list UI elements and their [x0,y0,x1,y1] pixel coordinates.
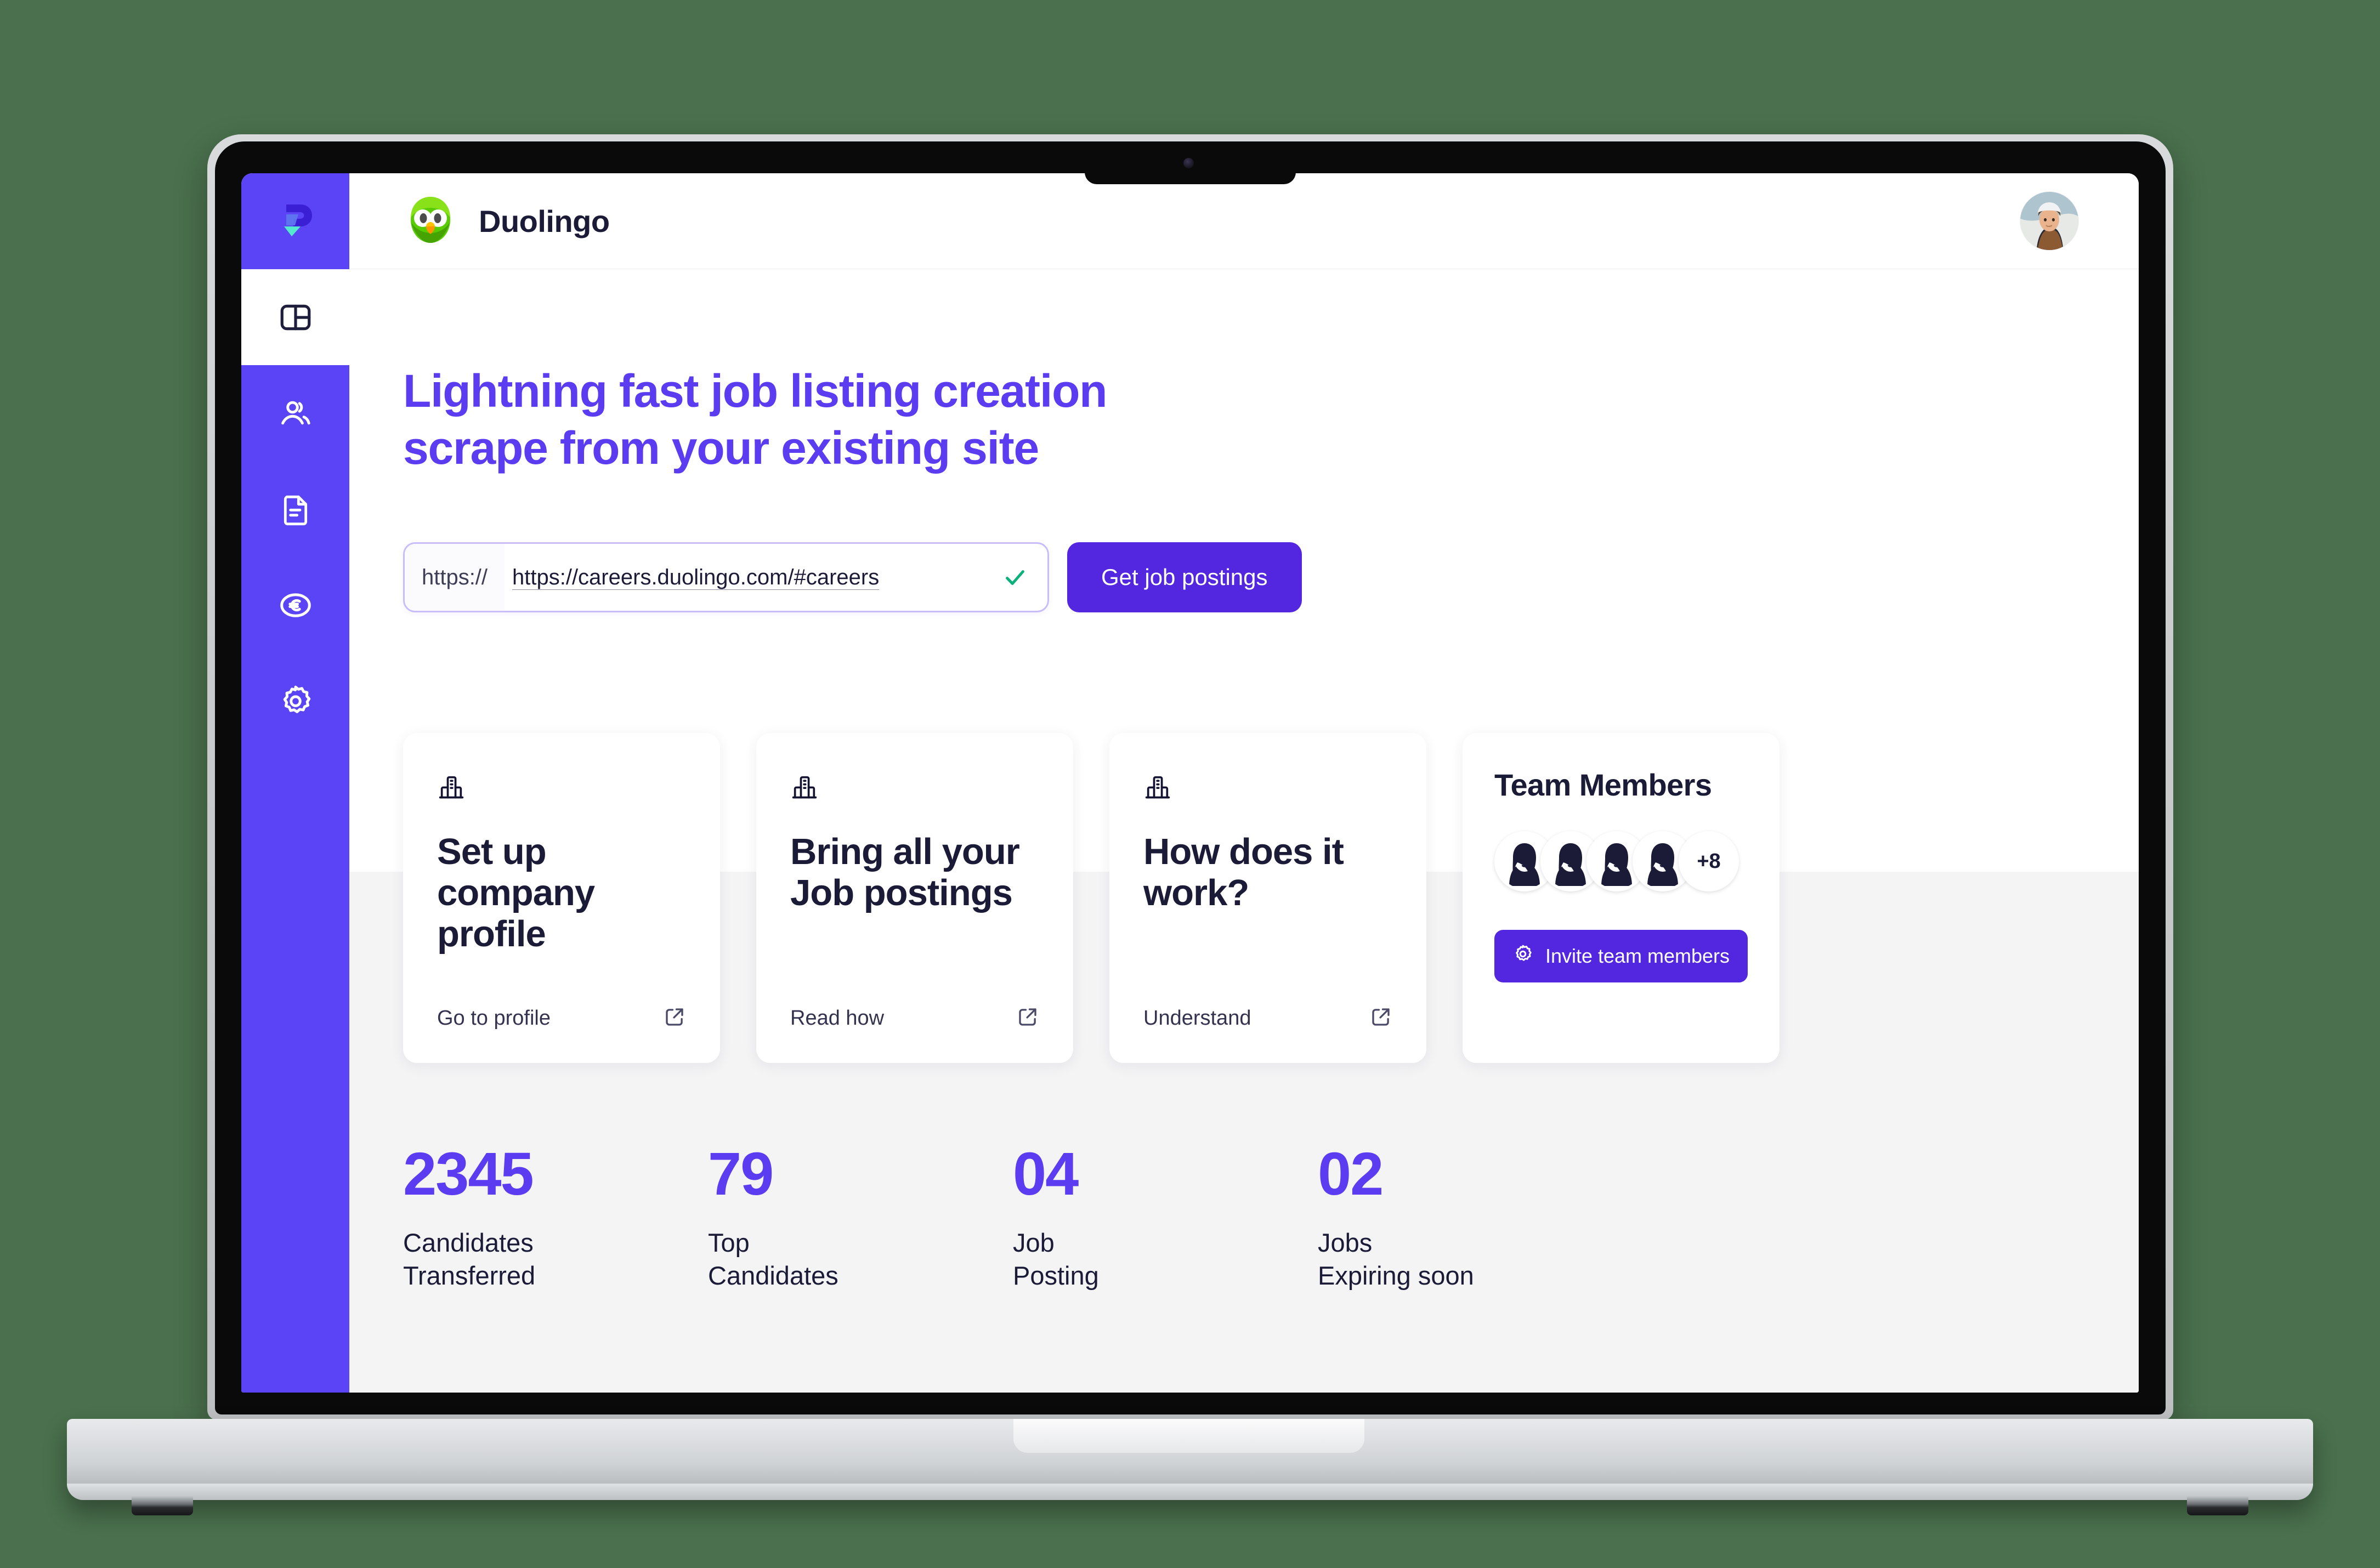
external-link-icon [1016,1005,1039,1031]
card-title: Bring all your Job postings [790,831,1020,914]
laptop-thumb-groove [1013,1419,1364,1453]
card-setup-company-profile[interactable]: Set up company profile Go to profile [403,733,720,1064]
laptop-mockup: Duolingo Lightning fast job listing crea… [0,0,2380,1568]
url-input-wrapper[interactable]: https:// https://careers.duolingo.com/#c… [403,542,1049,613]
gear-icon [1512,944,1533,969]
stat-label-line-1: Top [708,1228,750,1258]
card-bring-job-postings[interactable]: Bring all your Job postings Read how [756,733,1073,1064]
team-members-title: Team Members [1494,768,1712,803]
sidebar-item-documents[interactable] [241,461,349,557]
url-protocol-prefix: https:// [405,544,505,611]
page-title: Lightning fast job listing creation scra… [403,362,2078,476]
card-link[interactable]: Go to profile [437,1005,686,1031]
sidebar [241,173,349,1393]
stat-label-line-1: Candidates [403,1228,534,1258]
screen: Duolingo Lightning fast job listing crea… [241,173,2139,1393]
card-link-label: Understand [1143,1007,1251,1030]
stat-label: Candidates Transferred [403,1226,708,1292]
stat-label: Jobs Expiring soon [1318,1226,1623,1292]
stat-jobs-expiring-soon: 02 Jobs Expiring soon [1318,1144,1623,1292]
product-p-logo-icon[interactable] [241,173,349,269]
card-link-label: Go to profile [437,1007,551,1030]
laptop-foot-right [2187,1496,2248,1515]
duolingo-owl-icon [403,192,458,250]
stat-label: Top Candidates [708,1226,1013,1292]
building-icon [437,772,686,804]
building-icon [1143,772,1392,804]
stat-value: 02 [1318,1140,1384,1208]
headline-line-1: Lightning fast job listing creation [403,365,1108,417]
stat-value: 79 [708,1140,774,1208]
stat-label-line-2: Posting [1013,1261,1099,1291]
user-avatar-photo[interactable] [2020,192,2078,250]
card-link[interactable]: Understand [1143,1005,1392,1031]
building-icon [790,772,1039,804]
quickstart-cards: Set up company profile Go to profile Bri… [403,733,2078,1064]
stat-value: 2345 [403,1140,534,1208]
card-link[interactable]: Read how [790,1005,1039,1031]
stats-row: 2345 Candidates Transferred 79 Top Candi… [403,1144,2078,1292]
sidebar-item-dashboard[interactable] [241,269,349,365]
sidebar-item-candidates[interactable] [241,365,349,461]
external-link-icon [663,1005,686,1031]
content-area: Lightning fast job listing creation scra… [349,362,2139,1293]
stat-label: Job Posting [1013,1226,1318,1292]
stat-label-line-1: Job [1013,1228,1055,1258]
laptop-foot-left [132,1496,193,1515]
main-content: Duolingo Lightning fast job listing crea… [349,173,2139,1393]
stat-label-line-2: Transferred [403,1261,536,1291]
stat-top-candidates: 79 Top Candidates [708,1144,1013,1292]
invite-team-members-button[interactable]: Invite team members [1494,930,1748,983]
avatar-overflow-count: +8 [1679,831,1739,892]
check-icon [983,565,1047,590]
card-how-does-it-work[interactable]: How does it work? Understand [1109,733,1426,1064]
url-scrape-form: https:// https://careers.duolingo.com/#c… [403,542,2078,613]
sidebar-item-billing[interactable] [241,557,349,653]
card-title: How does it work? [1143,831,1344,914]
application-window: Duolingo Lightning fast job listing crea… [241,173,2139,1393]
get-job-postings-button[interactable]: Get job postings [1067,542,1302,613]
invite-button-label: Invite team members [1545,945,1730,968]
sidebar-item-settings[interactable] [241,653,349,749]
card-team-members: Team Members +8 Invite team members [1463,733,1780,1064]
card-title: Set up company profile [437,831,595,955]
stat-value: 04 [1013,1140,1079,1208]
brand-name: Duolingo [479,203,610,238]
stat-label-line-2: Expiring soon [1318,1261,1474,1291]
card-link-label: Read how [790,1007,885,1030]
stat-job-posting: 04 Job Posting [1013,1144,1318,1292]
camera-icon [1183,158,1194,168]
team-avatar-stack: +8 [1494,831,1748,892]
headline-line-2: scrape from your existing site [403,422,1039,474]
stat-candidates-transferred: 2345 Candidates Transferred [403,1144,708,1292]
stat-label-line-2: Candidates [708,1261,838,1291]
brand: Duolingo [403,192,610,250]
external-link-icon [1369,1005,1392,1031]
topbar: Duolingo [349,173,2139,269]
url-input[interactable]: https://careers.duolingo.com/#careers [505,565,983,590]
stat-label-line-1: Jobs [1318,1228,1373,1258]
